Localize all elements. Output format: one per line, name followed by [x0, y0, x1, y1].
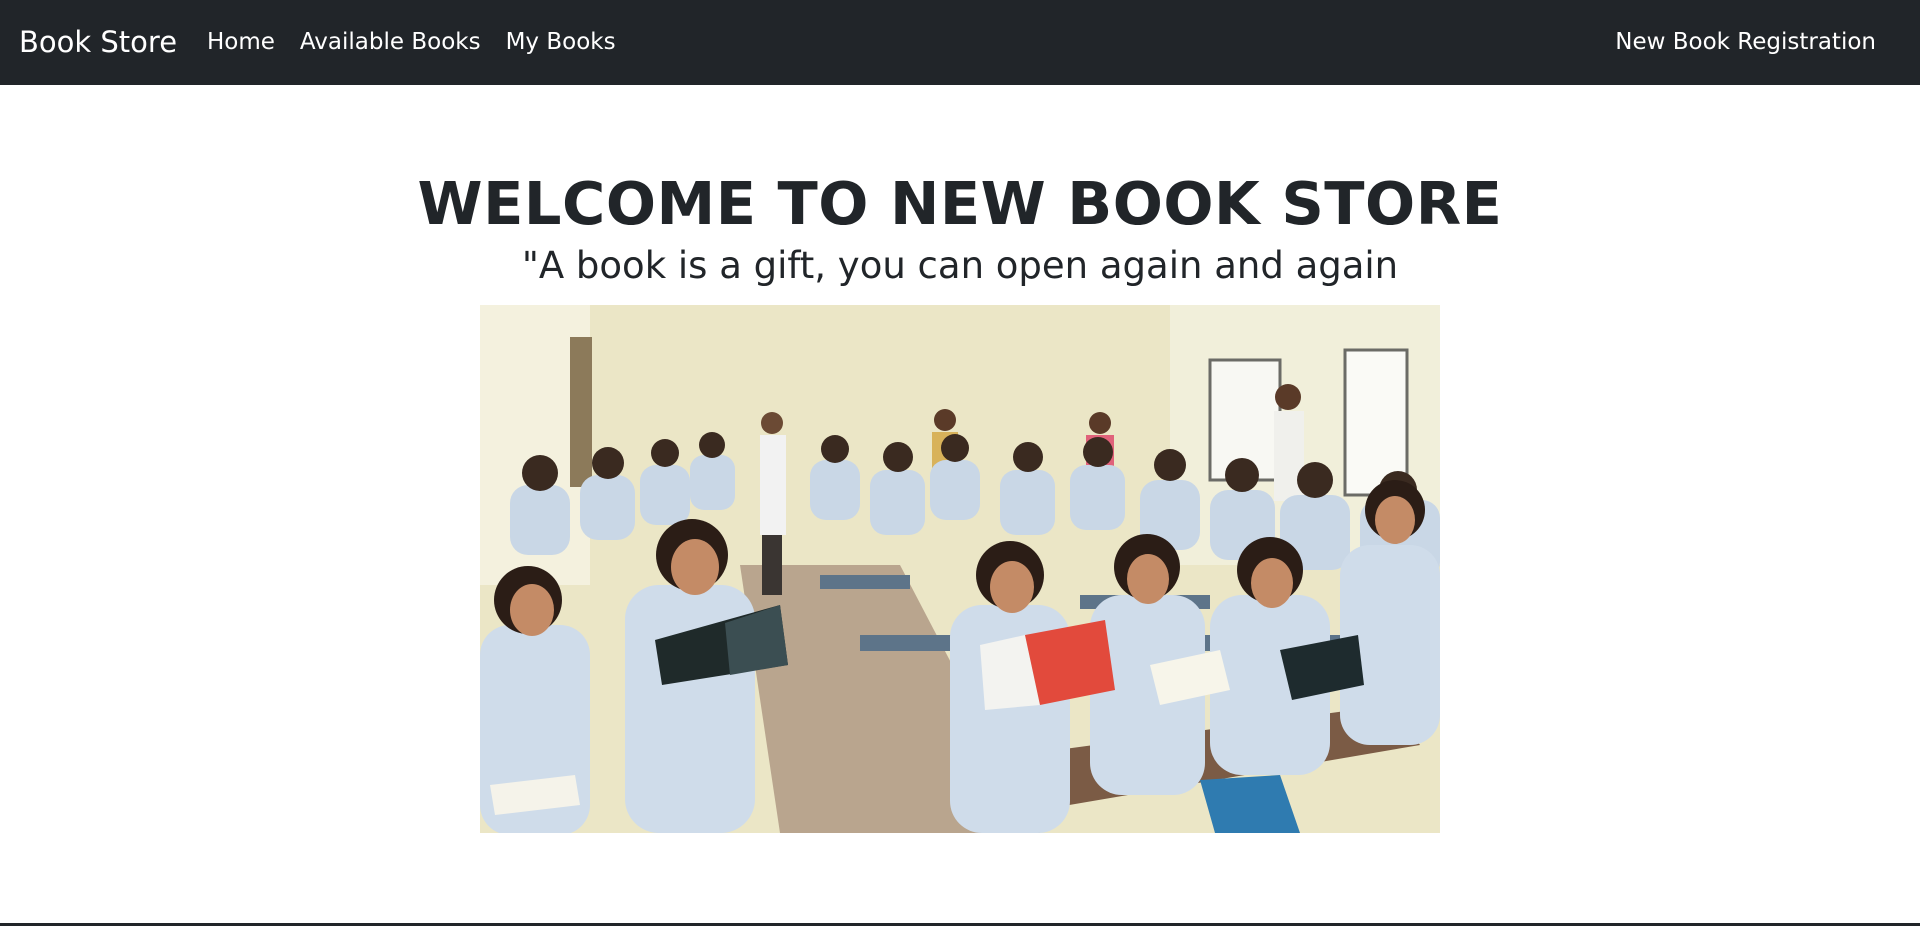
nav-link-new-book-registration[interactable]: New Book Registration — [1615, 24, 1876, 60]
brand-link[interactable]: Book Store — [19, 20, 177, 64]
nav-link-my-books[interactable]: My Books — [506, 24, 616, 60]
top-navbar: Book Store Home Available Books My Books… — [0, 0, 1920, 85]
nav-link-available-books[interactable]: Available Books — [300, 24, 481, 60]
page-subtitle: "A book is a gift, you can open again an… — [521, 244, 1399, 287]
nav-links: Home Available Books My Books — [207, 24, 641, 60]
hero-image — [480, 305, 1440, 833]
page-title: WELCOME TO NEW BOOK STORE — [417, 169, 1503, 238]
nav-link-home[interactable]: Home — [207, 24, 275, 60]
